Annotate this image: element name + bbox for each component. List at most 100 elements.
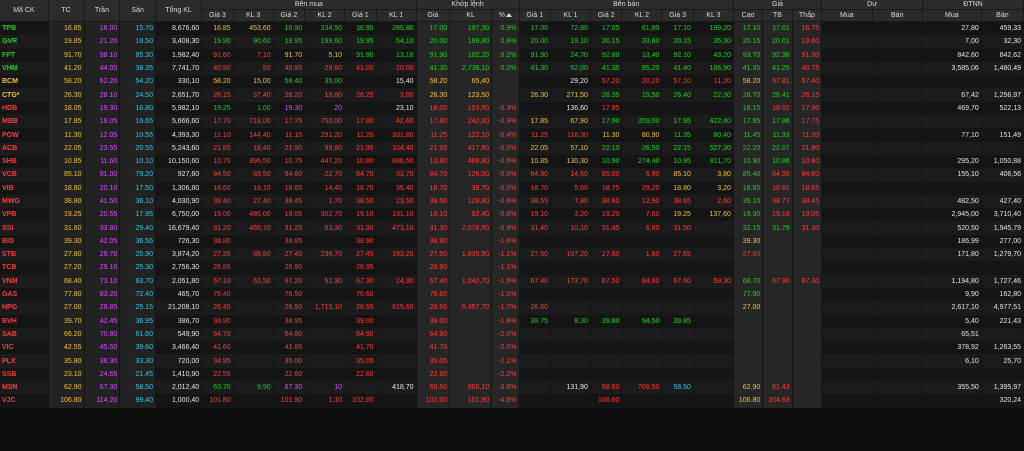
table-row[interactable]: MWG 38.80 41.50 36.10 4,030,90 38.40 27,40 38.4… xyxy=(0,194,1024,209)
col-buy-vol-3[interactable]: KL 3 xyxy=(233,9,274,22)
col-sell-price-3[interactable]: Giá 3 xyxy=(661,9,694,22)
symbol-cell[interactable]: STB xyxy=(0,248,49,262)
table-row[interactable]: TPB 16.85 18.00 15.70 8,676,60 16.85 453,60 16.… xyxy=(0,21,1024,36)
col-floor[interactable]: Sàn xyxy=(119,0,156,22)
symbol-cell[interactable]: BVH xyxy=(0,314,49,328)
symbol-cell[interactable]: POW xyxy=(0,128,49,142)
table-row[interactable]: MBB 17.85 19.05 16.65 5,666,60 17.70 713,00 17.… xyxy=(0,115,1024,129)
table-row[interactable]: POW 11.30 12.05 10.55 4,393,30 11.10 144,40 11.… xyxy=(0,128,1024,142)
table-row[interactable]: VPB 19.25 20.55 17.95 6,750,00 19.00 486,00 19.… xyxy=(0,208,1024,222)
symbol-cell[interactable]: SAB xyxy=(0,327,49,342)
table-row[interactable]: MSN 62.90 67.30 58.50 2,012,40 63.70 9,90 67.30… xyxy=(0,381,1024,395)
table-row[interactable]: SHB 10.85 11.60 10.10 10,150,60 10.70 896,50 10… xyxy=(0,154,1024,169)
col-match-pct[interactable]: % xyxy=(491,9,520,22)
col-sell-price-2[interactable]: Giá 2 xyxy=(590,9,623,22)
symbol-cell[interactable]: MBB xyxy=(0,115,49,129)
table-row[interactable]: SAB 66.20 70.80 61.60 549,90 64.70 64.80 64.90 6… xyxy=(0,327,1024,342)
symbol-cell[interactable]: HDB xyxy=(0,101,49,116)
col-buy-vol-2[interactable]: KL 2 xyxy=(304,9,346,22)
buy-price-2-cell: 17.75 xyxy=(273,115,306,129)
symbol-cell[interactable]: VHM xyxy=(0,61,49,76)
surplus-buy-cell xyxy=(821,314,873,328)
col-sell-vol-1[interactable]: KL 1 xyxy=(550,9,591,22)
table-row[interactable]: GAS 77.80 83.20 72.40 465,70 76.40 76.50 76.60 7… xyxy=(0,287,1024,302)
table-row[interactable]: GVR 19.85 21.20 18.50 3,408,30 19.90 90,60 19.9… xyxy=(0,35,1024,49)
table-row[interactable]: BID 39.30 42.05 36.55 726,30 38.80 38.85 38.90 3… xyxy=(0,234,1024,249)
symbol-cell[interactable]: VIB xyxy=(0,181,49,195)
symbol-cell[interactable]: BID xyxy=(0,234,49,249)
table-row[interactable]: BVH 39.70 42.45 36.95 386,70 38.90 38.95 39.00 3… xyxy=(0,314,1024,328)
col-foreign-sell[interactable]: Bán xyxy=(981,9,1024,22)
symbol-cell[interactable]: FPT xyxy=(0,48,49,62)
table-row[interactable]: SSI 31.60 33.80 29.40 16,679,40 31.20 465,10 31… xyxy=(0,221,1024,235)
col-ceiling[interactable]: Trần xyxy=(84,0,121,22)
table-row[interactable]: VIB 18.80 20.10 17.50 1,306,80 18.60 18,10 18.6… xyxy=(0,181,1024,195)
symbol-cell[interactable]: MSN xyxy=(0,381,49,395)
buy-vol-2-cell: 14,40 xyxy=(304,181,346,195)
table-row[interactable]: VCB 85.10 91.00 79.20 927,60 84.50 83,50 84.60 2… xyxy=(0,168,1024,182)
col-match-price[interactable]: Giá xyxy=(416,9,451,22)
table-row[interactable]: PLX 35.80 38.30 33.30 720,00 34.95 35.00 35.05 3… xyxy=(0,354,1024,368)
symbol-cell[interactable]: GVR xyxy=(0,35,49,49)
table-row[interactable]: TCB 27.20 29.10 25.30 2,756,30 26.85 26.90 26.9… xyxy=(0,261,1024,275)
col-high[interactable]: Cao xyxy=(733,9,764,22)
buy-price-1-cell xyxy=(344,75,377,89)
col-surplus-buy[interactable]: Mua xyxy=(821,9,873,22)
sell-price-2-cell: 41.35 xyxy=(590,61,623,76)
symbol-cell[interactable]: PLX xyxy=(0,354,49,368)
col-sell-vol-2[interactable]: KL 2 xyxy=(621,9,663,22)
col-sell-price-1[interactable]: Giá 1 xyxy=(519,9,552,22)
buy-price-1-cell: 41.70 xyxy=(344,341,377,355)
col-buy-vol-1[interactable]: KL 1 xyxy=(376,9,417,22)
symbol-cell[interactable]: SSI xyxy=(0,221,49,235)
symbol-cell[interactable]: HPG xyxy=(0,301,49,315)
symbol-cell[interactable]: TPB xyxy=(0,21,49,36)
table-row[interactable]: VIC 42.55 45.50 39.60 3,466,40 41.60 41.65 41.7… xyxy=(0,341,1024,355)
table-row[interactable]: FPT 91.70 98.10 85.30 1,982,40 91.60 7,10 91.70… xyxy=(0,48,1024,62)
symbol-cell[interactable]: BCM xyxy=(0,75,49,89)
buy-vol-2-cell xyxy=(304,341,346,355)
symbol-cell[interactable]: SSB xyxy=(0,367,49,382)
table-row[interactable]: HDB 18.05 19.30 16.80 5,982,10 19.25 1,00 19.30… xyxy=(0,101,1024,116)
table-row[interactable]: VNM 68.40 73.10 63.70 2,051,80 67.10 62,50 67.2… xyxy=(0,274,1024,288)
symbol-cell[interactable]: VJC xyxy=(0,394,49,408)
symbol-cell[interactable]: CTG* xyxy=(0,88,49,102)
col-total-volume[interactable]: Tổng KL xyxy=(155,0,203,22)
table-row[interactable]: STB 27.80 29.70 25.90 3,874,20 27.35 88,80 27.4… xyxy=(0,248,1024,262)
symbol-cell[interactable]: GAS xyxy=(0,287,49,302)
symbol-cell[interactable]: ACB xyxy=(0,141,49,155)
symbol-cell[interactable]: TCB xyxy=(0,261,49,275)
col-buy-price-1[interactable]: Giá 1 xyxy=(344,9,377,22)
table-row[interactable]: VHM 41.20 44.05 38.35 7,741,70 40.90 50 40.95 28… xyxy=(0,61,1024,76)
table-row[interactable]: CTG* 26.30 28.10 24.50 2,651,70 26.15 37,40 26.… xyxy=(0,88,1024,102)
symbol-cell[interactable]: VPB xyxy=(0,208,49,222)
symbol-cell[interactable]: SHB xyxy=(0,154,49,169)
symbol-cell[interactable]: MWG xyxy=(0,194,49,209)
symbol-cell[interactable]: VNM xyxy=(0,274,49,288)
ceiling-price-cell: 20.10 xyxy=(84,181,121,195)
col-avg[interactable]: TB xyxy=(762,9,793,22)
col-buy-price-3[interactable]: Giá 3 xyxy=(201,9,234,22)
table-row[interactable]: VJC 106.80 114.20 99.40 1,000,40 101.80 101.90… xyxy=(0,394,1024,408)
symbol-cell[interactable]: VCB xyxy=(0,168,49,182)
col-sell-vol-3[interactable]: KL 3 xyxy=(693,9,734,22)
col-buy-price-2[interactable]: Giá 2 xyxy=(273,9,306,22)
col-low[interactable]: Thấp xyxy=(792,9,823,22)
table-row[interactable]: SSB 23.10 24.65 21.45 1,410,90 22.55 22.60 22.6… xyxy=(0,367,1024,382)
table-row[interactable]: BCM 58.20 62.20 54.20 330,10 58.20 15,00 58.40 3… xyxy=(0,75,1024,89)
buy-price-3-cell: 21.85 xyxy=(201,141,234,155)
sell-vol-2-cell: 15,50 xyxy=(621,88,663,102)
table-row[interactable]: ACB 22.05 23.55 20.55 5,243,60 21.85 18,40 21.9… xyxy=(0,141,1024,155)
foreign-buy-cell xyxy=(922,261,982,275)
col-ref[interactable]: TC xyxy=(48,0,85,22)
col-match-vol[interactable]: KL xyxy=(449,9,493,22)
ceiling-price-cell: 18.00 xyxy=(84,21,121,36)
sort-up-icon[interactable] xyxy=(505,13,512,18)
table-row[interactable]: HPG 27.00 28.85 25.15 21,208,10 26.45 26.50 1,7… xyxy=(0,301,1024,315)
col-surplus-sell[interactable]: Bán xyxy=(872,9,923,22)
total-volume-cell: 2,051,80 xyxy=(155,274,203,288)
buy-price-3-cell: 38.80 xyxy=(201,234,234,249)
col-symbol[interactable]: Mã CK xyxy=(0,0,49,22)
symbol-cell[interactable]: VIC xyxy=(0,341,49,355)
col-foreign-buy[interactable]: Mua xyxy=(922,9,982,22)
